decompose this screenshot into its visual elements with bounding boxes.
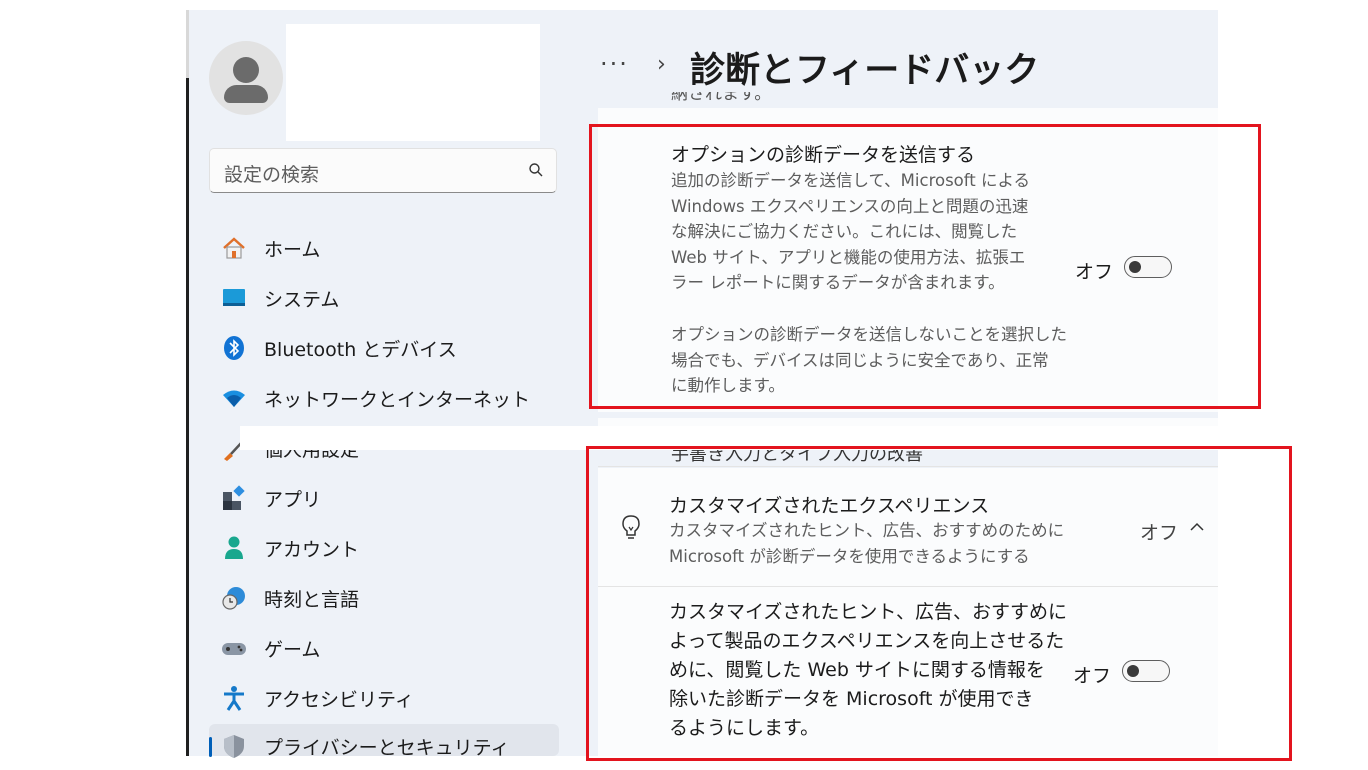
sidebar-item-label: アプリ <box>264 489 322 511</box>
sidebar-item-apps[interactable]: アプリ <box>209 476 559 518</box>
clipped-text: 納されます。 <box>671 92 772 104</box>
sidebar-item-label: 時刻と言語 <box>264 589 360 611</box>
sidebar-item-label: ホーム <box>264 239 321 261</box>
sidebar-item-gaming[interactable]: ゲーム <box>209 626 559 668</box>
breadcrumb-more-button[interactable]: ··· <box>600 50 629 78</box>
search-icon <box>529 163 543 177</box>
wifi-icon <box>223 390 245 407</box>
card-edge <box>598 418 1218 426</box>
time-language-icon <box>222 587 245 610</box>
shield-icon <box>224 735 244 758</box>
page-title: 診断とフィードバック <box>690 51 1040 91</box>
sidebar-item-label: ネットワークとインターネット <box>264 389 531 411</box>
accessibility-icon <box>224 686 244 711</box>
window-edge-top <box>186 10 189 78</box>
avatar[interactable] <box>209 41 283 115</box>
sidebar-item-label: アクセシビリティ <box>264 689 414 711</box>
avatar-head <box>233 57 259 83</box>
avatar-body <box>224 85 268 103</box>
sidebar-item-privacy-security[interactable]: プライバシーとセキュリティ <box>209 724 559 759</box>
bluetooth-icon <box>224 336 244 360</box>
gamepad-icon <box>222 643 246 655</box>
window-edge <box>186 10 189 756</box>
home-icon <box>223 237 245 259</box>
chevron-right-icon: › <box>657 52 666 77</box>
sidebar-item-home[interactable]: ホーム <box>209 226 559 268</box>
search-box[interactable]: 設定の検索 <box>209 148 557 193</box>
sidebar-item-label: システム <box>264 289 340 311</box>
sidebar-item-label: ゲーム <box>264 639 321 661</box>
sidebar-item-accessibility[interactable]: アクセシビリティ <box>209 676 559 718</box>
highlight-box <box>586 446 1292 761</box>
sidebar-item-time-language[interactable]: 時刻と言語 <box>209 576 559 618</box>
apps-icon <box>223 485 245 510</box>
sidebar-item-network[interactable]: ネットワークとインターネット <box>209 376 559 418</box>
sidebar-item-accounts[interactable]: アカウント <box>209 526 559 568</box>
sidebar-item-label: Bluetooth とデバイス <box>264 339 457 361</box>
system-icon <box>223 289 245 306</box>
active-indicator <box>209 737 212 757</box>
highlight-box <box>589 124 1261 409</box>
search-input[interactable]: 設定の検索 <box>224 160 319 187</box>
user-info-redacted <box>286 24 540 141</box>
sidebar-item-system[interactable]: システム <box>209 276 559 318</box>
sidebar-item-label: アカウント <box>264 539 360 561</box>
account-icon <box>225 536 243 559</box>
sidebar-item-label: プライバシーとセキュリティ <box>264 737 510 759</box>
sidebar-item-bluetooth[interactable]: Bluetooth とデバイス <box>209 326 559 368</box>
